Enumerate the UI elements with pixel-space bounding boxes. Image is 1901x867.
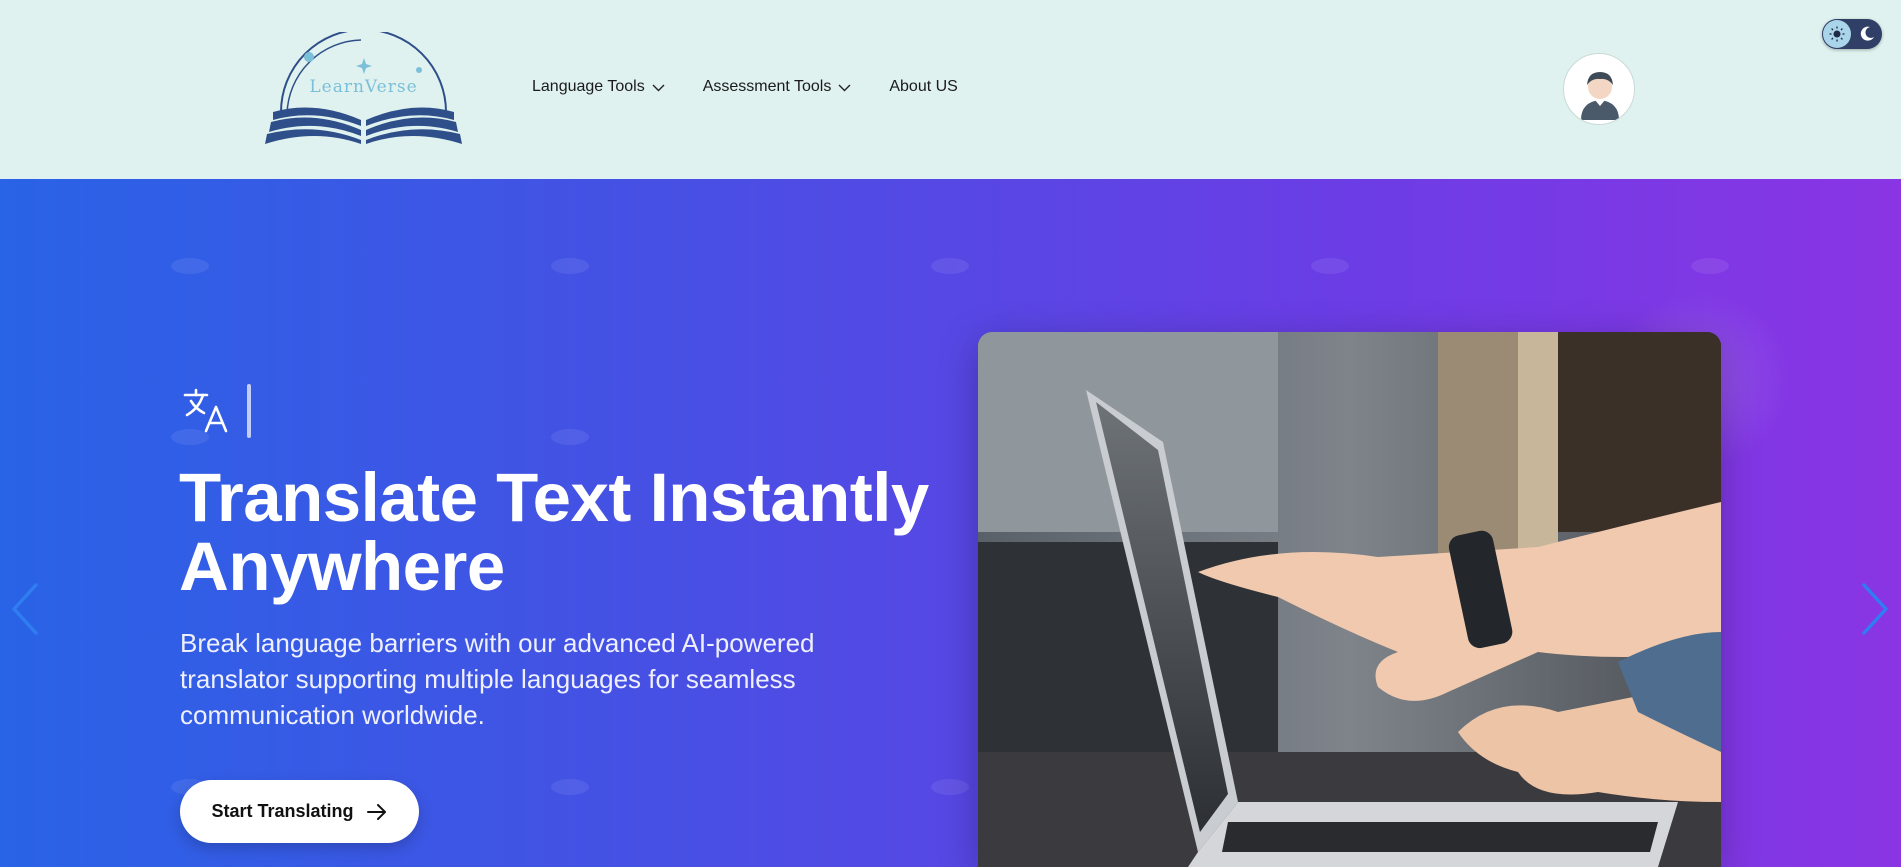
nav-item-assessment-tools[interactable]: Assessment Tools [703,78,852,96]
chevron-down-icon [652,84,665,91]
nav-item-label: About US [889,78,958,95]
typing-cursor [247,384,251,438]
background-dot [931,779,969,795]
main-nav: Language Tools Assessment Tools About US [532,78,958,96]
theme-knob [1823,20,1851,48]
hero-title: Translate Text Instantly Anywhere [179,459,929,605]
laptop-hands-photo [978,332,1721,867]
background-dot [931,258,969,274]
theme-toggle[interactable] [1822,19,1882,49]
arrow-right-icon [366,803,386,820]
carousel-prev-arrow-icon[interactable] [10,583,40,635]
site-header: LearnVerse Language Tools Assessment Too… [0,0,1901,179]
background-dot [551,429,589,445]
nav-item-language-tools[interactable]: Language Tools [532,78,665,96]
nav-item-about-us[interactable]: About US [889,78,957,96]
user-avatar-icon [1581,72,1619,120]
background-dot [1311,258,1349,274]
start-translating-button[interactable]: Start Translating [180,780,419,843]
background-dot [551,258,589,274]
sun-icon [1829,26,1845,42]
learnverse-logo[interactable]: LearnVerse [265,28,462,144]
cta-label: Start Translating [211,801,354,821]
background-dot [551,779,589,795]
nav-item-label: Assessment Tools [702,78,832,95]
user-avatar-button[interactable] [1563,53,1635,125]
nav-item-label: Language Tools [532,78,645,95]
background-dot [171,258,209,274]
hero-description: Break language barriers with our advance… [180,628,815,730]
moon-icon [1860,26,1874,41]
chevron-down-icon [838,84,851,91]
translate-icon [183,388,228,433]
hero-photo-laptop-hands [978,332,1721,867]
carousel-next-arrow-icon[interactable] [1860,583,1890,635]
hero-carousel: Translate Text Instantly Anywhere Break … [0,179,1901,867]
logo-wordmark: LearnVerse [309,77,418,97]
background-dot [1691,258,1729,274]
